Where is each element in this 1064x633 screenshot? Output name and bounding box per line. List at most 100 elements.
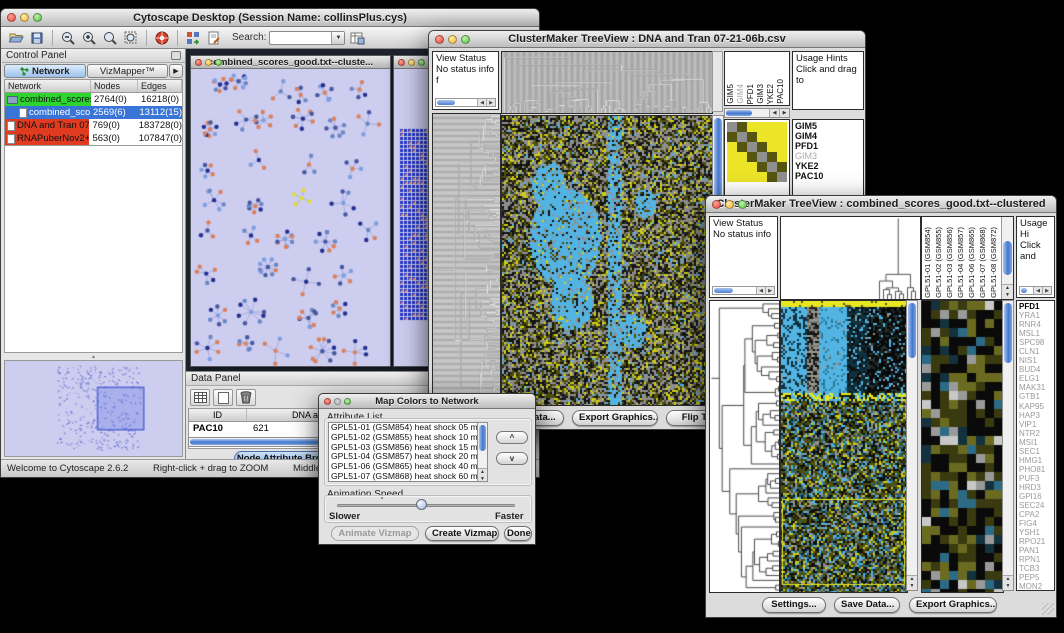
gene-label[interactable]: BUD4 <box>1019 365 1052 374</box>
gene-label[interactable]: PHO81 <box>1019 465 1052 474</box>
gene-label[interactable]: HAP3 <box>1019 411 1052 420</box>
matrix-column-label[interactable]: GIM4 <box>736 84 746 104</box>
matrix-hscrollbar[interactable]: ◀▶ <box>724 108 790 118</box>
gene-label[interactable]: KAP95 <box>1019 402 1052 411</box>
gene-label[interactable]: MAK31 <box>1019 383 1052 392</box>
minimize-button[interactable] <box>448 35 457 44</box>
network-row[interactable]: RNAPuberNov2+563(0)107847(0) <box>5 132 182 145</box>
gene-label[interactable]: CPA2 <box>1019 510 1052 519</box>
gene-label[interactable]: PAN1 <box>1019 546 1052 555</box>
gene-label[interactable]: MON2 <box>1019 582 1052 591</box>
column-label[interactable]: GPL51-03 (GSM856) <box>945 227 956 298</box>
network-row[interactable]: DNA and Tran 07769(0)183728(0) <box>5 119 182 132</box>
gene-label[interactable]: NIS1 <box>1019 356 1052 365</box>
heatmap-canvas[interactable] <box>501 115 713 406</box>
zoom-vscrollbar[interactable]: ▲▼ <box>1002 300 1014 591</box>
treeview1-titlebar[interactable]: ClusterMaker TreeView : DNA and Tran 07-… <box>429 31 865 48</box>
col-nodes[interactable]: Nodes <box>91 80 138 92</box>
treeview2-titlebar[interactable]: ClusterMaker TreeView : combined_scores_… <box>706 196 1056 213</box>
matrix-row-label[interactable]: GIM4 <box>795 131 861 141</box>
column-dendrogram[interactable] <box>501 51 713 114</box>
minimize-button[interactable] <box>205 59 212 66</box>
export-graphics-button[interactable]: Export Graphics... <box>572 410 658 426</box>
gene-label[interactable]: CLN1 <box>1019 347 1052 356</box>
matrix-row-label[interactable]: PAC10 <box>795 171 861 181</box>
close-button[interactable] <box>195 59 202 66</box>
heatmap-canvas[interactable] <box>780 300 908 593</box>
column-label[interactable]: GPL51-02 (GSM855) <box>934 227 945 298</box>
attribute-list-scrollbar[interactable]: ▲▼ <box>477 422 488 482</box>
network-row[interactable]: combined_scores2764(0)16218(0) <box>5 93 182 106</box>
gene-label[interactable]: HRD3 <box>1019 483 1052 492</box>
zoom-button[interactable] <box>418 59 425 66</box>
column-labels-scrollbar[interactable]: ▲▼ <box>1001 217 1013 299</box>
done-button[interactable]: Done <box>504 526 532 541</box>
col-network[interactable]: Network <box>5 80 91 92</box>
close-button[interactable] <box>324 398 331 405</box>
search-dropdown-icon[interactable]: ▼ <box>331 32 344 44</box>
column-label[interactable]: GPL51-01 (GSM854) <box>923 227 934 298</box>
column-label[interactable]: GPL51-08 (GSM872) <box>989 227 1000 298</box>
gene-label[interactable]: RPN1 <box>1019 555 1052 564</box>
gene-label[interactable]: PUF3 <box>1019 474 1052 483</box>
gene-label[interactable]: PEP5 <box>1019 573 1052 582</box>
column-dendrogram[interactable] <box>780 216 921 300</box>
tab-network[interactable]: Network <box>4 64 86 78</box>
col-id[interactable]: ID <box>189 409 247 421</box>
tab-overflow-arrow[interactable]: ▶ <box>169 64 183 78</box>
network-overview[interactable] <box>4 360 183 457</box>
gene-label[interactable]: VIP1 <box>1019 420 1052 429</box>
cytoscape-titlebar[interactable]: Cytoscape Desktop (Session Name: collins… <box>1 9 539 27</box>
column-label[interactable]: GPL51-04 (GSM857) <box>956 227 967 298</box>
zoom-button[interactable] <box>738 200 747 209</box>
network-row[interactable]: combined_sco2569(6)13112(15) <box>5 106 182 119</box>
close-button[interactable] <box>712 200 721 209</box>
import-network-icon[interactable] <box>184 29 202 47</box>
matrix-column-label[interactable]: PFD1 <box>746 84 756 104</box>
gene-label[interactable]: ELG1 <box>1019 374 1052 383</box>
matrix-column-label[interactable]: YKE2 <box>766 84 776 104</box>
settings-button[interactable]: Settings... <box>762 597 826 613</box>
float-panel-icon[interactable] <box>171 51 181 60</box>
gene-label[interactable]: PFD1 <box>1019 302 1052 311</box>
delete-attribute-icon[interactable] <box>236 389 256 406</box>
minimize-button[interactable] <box>408 59 415 66</box>
row-dendrogram[interactable] <box>432 113 501 406</box>
network-canvas[interactable] <box>191 69 390 366</box>
zoom-fit-icon[interactable] <box>122 29 140 47</box>
create-vizmap-button[interactable]: Create Vizmap <box>425 526 499 541</box>
zoom-selected-icon[interactable] <box>101 29 119 47</box>
row-dendrogram[interactable] <box>709 300 780 593</box>
gene-label[interactable]: GTB1 <box>1019 392 1052 401</box>
gene-label[interactable]: SPC98 <box>1019 338 1052 347</box>
save-icon[interactable] <box>28 29 46 47</box>
col-edges[interactable]: Edges <box>138 80 182 92</box>
splitter-handle[interactable]: ▲ <box>2 353 185 360</box>
move-up-button[interactable]: ^ <box>496 431 528 444</box>
gene-label[interactable]: GPI16 <box>1019 492 1052 501</box>
gene-label[interactable]: YRA1 <box>1019 311 1052 320</box>
attribute-item[interactable]: GPL51-07 (GSM868) heat shock 60 min <box>329 472 487 482</box>
annotation-icon[interactable] <box>205 29 223 47</box>
matrix-row-label[interactable]: PFD1 <box>795 141 861 151</box>
save-data-button[interactable]: Save Data... <box>834 597 900 613</box>
gene-label[interactable]: YSH1 <box>1019 528 1052 537</box>
zoom-heatmap-canvas[interactable] <box>921 300 1004 593</box>
gene-label[interactable]: MSI1 <box>1019 438 1052 447</box>
open-folder-icon[interactable] <box>7 29 25 47</box>
usage-hints-scrollbar[interactable]: ◀▶ <box>1019 286 1052 295</box>
minimize-button[interactable] <box>20 13 29 22</box>
zoom-button[interactable] <box>33 13 42 22</box>
create-attribute-icon[interactable] <box>213 389 233 406</box>
zoom-in-icon[interactable] <box>80 29 98 47</box>
close-button[interactable] <box>435 35 444 44</box>
help-lifering-icon[interactable] <box>153 29 171 47</box>
matrix-column-label[interactable]: PAC10 <box>776 79 786 104</box>
export-graphics-button[interactable]: Export Graphics... <box>909 597 997 613</box>
results-table-icon[interactable] <box>348 29 366 47</box>
network-view-titlebar[interactable]: combined_scores_good.txt--cluste... <box>191 56 390 69</box>
close-button[interactable] <box>7 13 16 22</box>
matrix-column-label[interactable]: GIM3 <box>756 84 766 104</box>
gene-label[interactable]: NTR2 <box>1019 429 1052 438</box>
move-down-button[interactable]: v <box>496 452 528 465</box>
